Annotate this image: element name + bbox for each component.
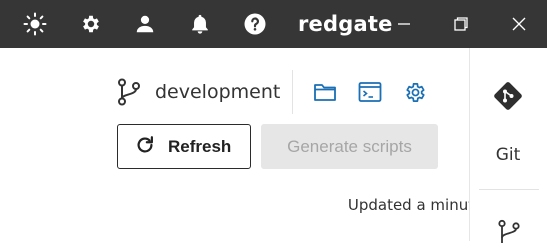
branch-icon xyxy=(117,78,141,106)
account-icon[interactable] xyxy=(133,12,157,36)
generate-scripts-button[interactable]: Generate scripts xyxy=(261,124,438,169)
title-bar: redgate xyxy=(0,0,547,48)
refresh-label: Refresh xyxy=(168,136,232,156)
refresh-icon xyxy=(134,134,156,159)
help-icon[interactable] xyxy=(243,12,267,36)
brand-logo: redgate xyxy=(298,12,393,36)
theme-icon[interactable] xyxy=(23,12,47,36)
repo-settings-icon[interactable] xyxy=(403,80,427,104)
close-icon[interactable] xyxy=(507,12,531,36)
branch-name: development xyxy=(155,81,281,103)
minimize-icon[interactable] xyxy=(392,12,416,36)
git-icon[interactable] xyxy=(492,80,524,112)
terminal-icon[interactable] xyxy=(358,80,382,104)
notifications-icon[interactable] xyxy=(188,12,212,36)
divider xyxy=(292,70,293,114)
restore-icon[interactable] xyxy=(449,12,473,36)
settings-icon[interactable] xyxy=(79,12,103,36)
folder-icon[interactable] xyxy=(313,80,337,104)
refresh-button[interactable]: Refresh xyxy=(117,124,251,169)
generate-scripts-label: Generate scripts xyxy=(287,136,412,156)
branch-icon[interactable] xyxy=(497,219,521,243)
sidebar-divider xyxy=(479,189,539,190)
git-label: Git xyxy=(495,145,521,165)
